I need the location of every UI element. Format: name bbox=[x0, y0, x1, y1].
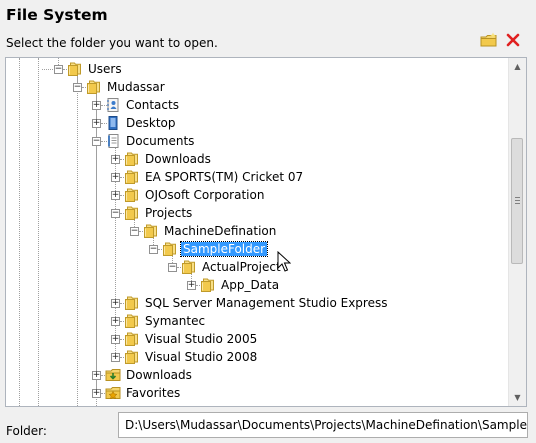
desktop-icon bbox=[105, 115, 121, 131]
tree-item-label[interactable]: Documents bbox=[124, 134, 196, 148]
folder-icon bbox=[162, 241, 178, 257]
expand-icon[interactable]: + bbox=[111, 352, 120, 362]
tree-item-label[interactable]: ActualProject bbox=[200, 260, 283, 274]
tree-item-label[interactable]: Downloads bbox=[143, 152, 213, 166]
collapse-icon[interactable]: − bbox=[73, 82, 82, 92]
tree-item-label[interactable]: Contacts bbox=[124, 98, 181, 112]
tree-item[interactable]: − Users bbox=[54, 60, 124, 78]
folder-icon bbox=[124, 313, 140, 329]
expand-icon[interactable]: + bbox=[111, 190, 120, 200]
expand-icon[interactable]: + bbox=[187, 280, 196, 290]
dialog-subtitle: Select the folder you want to open. bbox=[6, 36, 218, 50]
tree-item-label[interactable]: App_Data bbox=[219, 278, 281, 292]
tree-item-label[interactable]: Favorites bbox=[124, 386, 182, 400]
folder-icon bbox=[200, 277, 216, 293]
tree-rows: − Users − Mudassar + Contacts + Desktop − Documen… bbox=[6, 58, 509, 406]
folder-icon bbox=[124, 349, 140, 365]
folder-label: Folder: bbox=[6, 424, 47, 438]
scroll-down-button[interactable]: ▼ bbox=[509, 389, 526, 406]
tree-item-label[interactable]: Mudassar bbox=[105, 80, 167, 94]
vertical-scrollbar[interactable]: ▲ ▼ bbox=[508, 58, 526, 406]
expand-icon[interactable]: + bbox=[111, 172, 120, 182]
collapse-icon[interactable]: − bbox=[149, 244, 158, 254]
tree-item[interactable]: − Documents bbox=[92, 132, 196, 150]
tree-item-label[interactable]: Users bbox=[86, 62, 124, 76]
collapse-icon[interactable]: − bbox=[54, 64, 63, 74]
folder-icon bbox=[124, 169, 140, 185]
favorites-icon bbox=[105, 385, 121, 401]
tree-item-label[interactable]: Projects bbox=[143, 206, 194, 220]
folder-icon bbox=[124, 331, 140, 347]
tree-item[interactable]: + Favorites bbox=[92, 384, 182, 402]
tree-item-label[interactable]: Visual Studio 2008 bbox=[143, 350, 259, 364]
tree-item[interactable]: + Visual Studio 2008 bbox=[111, 348, 259, 366]
tree-item[interactable]: − Projects bbox=[111, 204, 194, 222]
folder-icon bbox=[67, 61, 83, 77]
folder-icon bbox=[181, 259, 197, 275]
folder-icon bbox=[124, 151, 140, 167]
expand-icon[interactable]: + bbox=[92, 100, 101, 110]
tree-item-label[interactable]: EA SPORTS(TM) Cricket 07 bbox=[143, 170, 305, 184]
collapse-icon[interactable]: − bbox=[92, 136, 101, 146]
collapse-icon[interactable]: − bbox=[168, 262, 177, 272]
toolbar bbox=[480, 32, 522, 48]
collapse-icon[interactable]: − bbox=[130, 226, 139, 236]
folder-path-field[interactable]: D:\Users\Mudassar\Documents\Projects\Mac… bbox=[118, 412, 528, 438]
tree-item[interactable]: + App_Data bbox=[187, 276, 281, 294]
contacts-icon bbox=[105, 97, 121, 113]
folder-icon bbox=[124, 205, 140, 221]
tree-item[interactable]: + Desktop bbox=[92, 114, 178, 132]
folder-icon bbox=[143, 223, 159, 239]
folder-icon bbox=[124, 295, 140, 311]
tree-item[interactable]: + Downloads bbox=[111, 150, 213, 168]
tree-item-label[interactable]: SampleFolder bbox=[179, 241, 269, 257]
expand-icon[interactable]: + bbox=[92, 370, 101, 380]
tree-item[interactable]: + Contacts bbox=[92, 96, 181, 114]
tree-item[interactable]: + Visual Studio 2005 bbox=[111, 330, 259, 348]
tree-item[interactable]: + Symantec bbox=[111, 312, 207, 330]
mouse-cursor-icon bbox=[277, 251, 291, 272]
tree-item-label[interactable]: Symantec bbox=[143, 314, 207, 328]
tree-item[interactable]: − MachineDefination bbox=[130, 222, 278, 240]
folder-icon bbox=[86, 79, 102, 95]
folder-tree[interactable]: − Users − Mudassar + Contacts + Desktop − Documen… bbox=[5, 57, 527, 407]
delete-icon[interactable] bbox=[504, 32, 522, 48]
scroll-thumb[interactable] bbox=[511, 138, 523, 264]
tree-item-label[interactable]: SQL Server Management Studio Express bbox=[143, 296, 389, 310]
documents-icon bbox=[105, 133, 121, 149]
tree-item[interactable]: + EA SPORTS(TM) Cricket 07 bbox=[111, 168, 305, 186]
tree-item[interactable]: + Downloads bbox=[92, 366, 194, 384]
dialog-title: File System bbox=[6, 6, 108, 24]
tree-item[interactable]: − ActualProject bbox=[168, 258, 283, 276]
tree-item-label[interactable]: MachineDefination bbox=[162, 224, 278, 238]
new-folder-icon[interactable] bbox=[480, 32, 498, 48]
expand-icon[interactable]: + bbox=[111, 334, 120, 344]
tree-item[interactable]: + SQL Server Management Studio Express bbox=[111, 294, 389, 312]
expand-icon[interactable]: + bbox=[92, 118, 101, 128]
scroll-up-button[interactable]: ▲ bbox=[509, 58, 526, 75]
tree-item-label[interactable]: OJOsoft Corporation bbox=[143, 188, 266, 202]
tree-item[interactable]: − SampleFolder bbox=[149, 240, 269, 258]
tree-item-label[interactable]: Desktop bbox=[124, 116, 178, 130]
expand-icon[interactable]: + bbox=[111, 154, 120, 164]
tree-item-label[interactable]: Visual Studio 2005 bbox=[143, 332, 259, 346]
tree-item[interactable]: − Mudassar bbox=[73, 78, 167, 96]
expand-icon[interactable]: + bbox=[92, 388, 101, 398]
expand-icon[interactable]: + bbox=[111, 316, 120, 326]
tree-item[interactable]: + OJOsoft Corporation bbox=[111, 186, 266, 204]
downloads-icon bbox=[105, 367, 121, 383]
folder-icon bbox=[124, 187, 140, 203]
expand-icon[interactable]: + bbox=[111, 298, 120, 308]
collapse-icon[interactable]: − bbox=[111, 208, 120, 218]
tree-item-label[interactable]: Downloads bbox=[124, 368, 194, 382]
